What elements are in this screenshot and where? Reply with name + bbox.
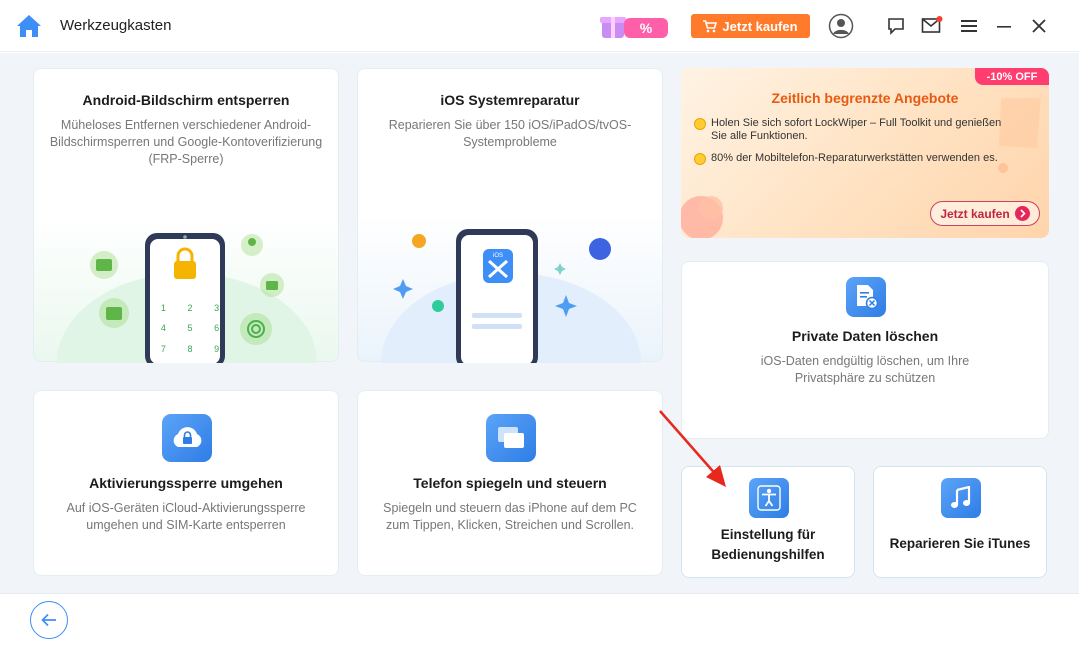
keypad-digit: 9 xyxy=(214,343,220,354)
keypad-digit: 1 xyxy=(160,303,166,313)
home-icon[interactable] xyxy=(16,13,42,39)
offer-item: Holen Sie sich sofort LockWiper – Full T… xyxy=(694,117,1011,143)
minimize-icon[interactable] xyxy=(992,14,1016,38)
title-bar: Werkzeugkasten % Jetzt kaufen xyxy=(0,0,1079,52)
offer-item-text: 80% der Mobiltelefon-Reparaturwerkstätte… xyxy=(711,152,998,164)
card-title: Aktivierungssperre umgehen xyxy=(89,475,283,491)
coin-icon xyxy=(694,153,706,165)
card-description: Auf iOS-Geräten iCloud-Aktivierungssperr… xyxy=(66,501,306,532)
offer-item: 80% der Mobiltelefon-Reparaturwerkstätte… xyxy=(694,152,1011,165)
card-title: Reparieren Sie iTunes xyxy=(889,536,1031,551)
arrow-left-icon xyxy=(41,613,56,627)
offer-item-text: Holen Sie sich sofort LockWiper – Full T… xyxy=(711,117,1002,142)
offer-title: Zeitlich begrenzte Angebote xyxy=(771,90,959,106)
app-title: Werkzeugkasten xyxy=(60,17,172,34)
music-note-icon xyxy=(941,478,981,518)
keypad: 1 2 3 4 5 6 7 8 9 xyxy=(150,303,230,363)
accessibility-icon xyxy=(749,478,789,518)
buy-now-button[interactable]: Jetzt kaufen xyxy=(691,14,810,38)
buy-now-label: Jetzt kaufen xyxy=(722,18,798,34)
promo-percent: % xyxy=(640,20,653,36)
card-title-line2: Bedienungshilfen xyxy=(711,547,825,562)
keypad-digit: 7 xyxy=(160,343,166,354)
feedback-icon[interactable] xyxy=(884,14,908,38)
keypad-digit: 2 xyxy=(187,303,193,313)
android-unlock-card[interactable]: Android-Bildschirm entsperren Müheloses … xyxy=(33,68,339,363)
card-description: iOS-Daten endgültig löschen, um Ihre Pri… xyxy=(760,354,970,385)
discount-ribbon: -10% OFF xyxy=(975,68,1049,85)
avatar[interactable] xyxy=(828,13,854,39)
card-description: Müheloses Entfernen verschiedener Androi… xyxy=(49,118,323,166)
card-description: Spiegeln und steuern das iPhone auf dem … xyxy=(383,501,637,532)
keypad-digit: 8 xyxy=(187,343,193,354)
promo-gift-icon[interactable]: % xyxy=(596,12,674,42)
chevron-right-icon xyxy=(1014,206,1030,221)
repair-itunes-card[interactable]: Reparieren Sie iTunes xyxy=(873,466,1047,578)
offer-buy-label: Jetzt kaufen xyxy=(940,206,1010,221)
keypad-digit: 6 xyxy=(214,323,220,334)
card-title: iOS Systemreparatur xyxy=(440,92,580,108)
content-area: Android-Bildschirm entsperren Müheloses … xyxy=(0,53,1079,593)
keypad-digit: 3 xyxy=(214,303,220,313)
bottom-bar xyxy=(0,593,1079,646)
menu-icon[interactable] xyxy=(957,14,981,38)
ios-badge: iOS xyxy=(493,253,503,259)
keypad-digit: 5 xyxy=(187,323,193,334)
back-button[interactable] xyxy=(30,601,68,639)
red-arrow-annotation xyxy=(659,410,726,487)
ios-phone-illustration: iOS xyxy=(381,229,641,363)
card-title: Telefon spiegeln und steuern xyxy=(413,475,607,491)
card-description: Reparieren Sie über 150 iOS/iPadOS/tvOS-… xyxy=(388,118,632,149)
mirror-control-card[interactable]: Telefon spiegeln und steuern Spiegeln un… xyxy=(357,390,663,576)
close-icon[interactable] xyxy=(1027,14,1051,38)
mirror-screen-icon xyxy=(486,414,536,462)
offer-buy-button[interactable]: Jetzt kaufen xyxy=(930,201,1040,226)
card-title: Android-Bildschirm entsperren xyxy=(82,92,290,108)
card-title-line1: Einstellung für xyxy=(720,527,816,542)
cloud-lock-icon xyxy=(162,414,212,462)
card-title: Private Daten löschen xyxy=(791,328,939,344)
mail-icon[interactable] xyxy=(920,14,944,38)
cart-icon xyxy=(703,19,718,32)
keypad-digit: 4 xyxy=(160,323,166,334)
coin-icon xyxy=(694,118,706,130)
erase-document-icon xyxy=(846,277,886,317)
limited-offer-card[interactable]: -10% OFF Zeitlich begrenzte Angebote Hol… xyxy=(681,68,1049,238)
activation-lock-card[interactable]: Aktivierungssperre umgehen Auf iOS-Gerät… xyxy=(33,390,339,576)
ios-repair-card[interactable]: iOS Systemreparatur Reparieren Sie über … xyxy=(357,68,663,363)
